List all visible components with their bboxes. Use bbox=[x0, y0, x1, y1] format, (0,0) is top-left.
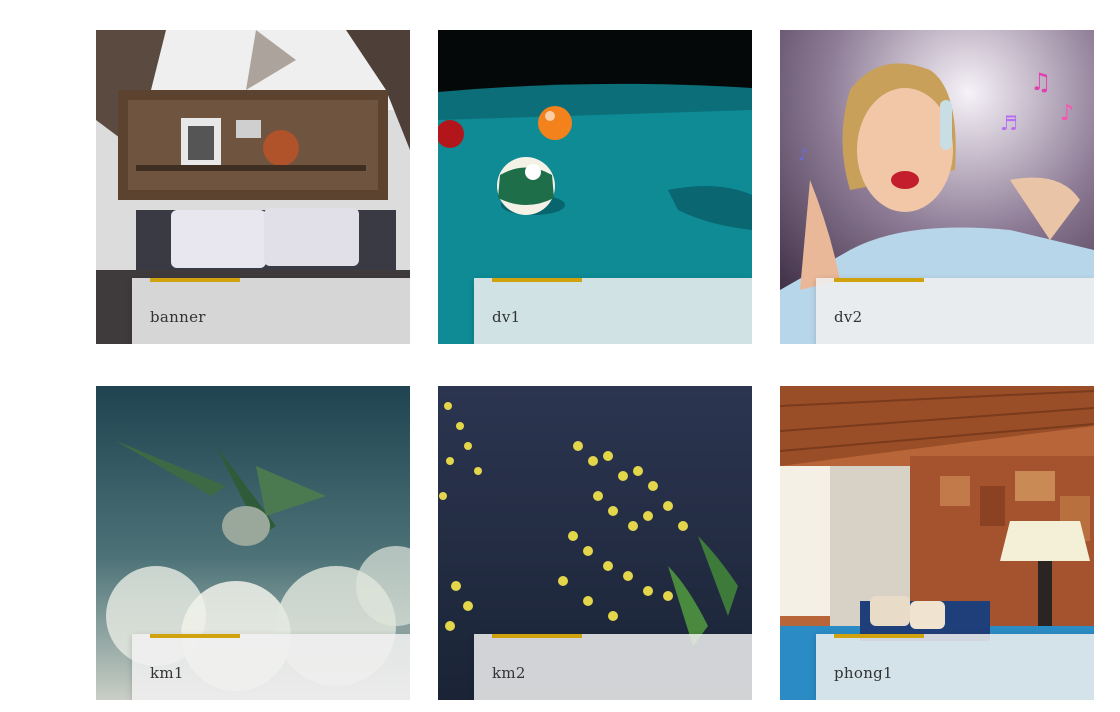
caption-panel: dv2 bbox=[816, 278, 1094, 344]
image-gallery: banner dv1 ♫ ♪ ♬ ♪ dv2 km1 km2 phong1 bbox=[0, 0, 1120, 712]
gallery-card-phong1[interactable]: phong1 bbox=[780, 386, 1094, 700]
svg-text:♫: ♫ bbox=[1030, 68, 1052, 96]
accent-bar bbox=[492, 278, 582, 282]
accent-bar bbox=[150, 634, 240, 638]
caption-panel: km1 bbox=[132, 634, 410, 700]
gallery-card-dv1[interactable]: dv1 bbox=[438, 30, 752, 344]
svg-text:♬: ♬ bbox=[1000, 111, 1018, 135]
gallery-card-km2[interactable]: km2 bbox=[438, 386, 752, 700]
caption-label[interactable]: dv1 bbox=[492, 308, 521, 326]
svg-text:♪: ♪ bbox=[1060, 101, 1074, 126]
caption-label[interactable]: km2 bbox=[492, 664, 526, 682]
caption-label[interactable]: banner bbox=[150, 308, 206, 326]
caption-label[interactable]: phong1 bbox=[834, 664, 893, 682]
caption-panel: dv1 bbox=[474, 278, 752, 344]
caption-panel: banner bbox=[132, 278, 410, 344]
caption-panel: phong1 bbox=[816, 634, 1094, 700]
svg-text:♪: ♪ bbox=[798, 145, 808, 164]
accent-bar bbox=[834, 634, 924, 638]
accent-bar bbox=[150, 278, 240, 282]
gallery-card-km1[interactable]: km1 bbox=[96, 386, 410, 700]
caption-label[interactable]: km1 bbox=[150, 664, 184, 682]
accent-bar bbox=[492, 634, 582, 638]
gallery-card-dv2[interactable]: ♫ ♪ ♬ ♪ dv2 bbox=[780, 30, 1094, 344]
accent-bar bbox=[834, 278, 924, 282]
caption-panel: km2 bbox=[474, 634, 752, 700]
caption-label[interactable]: dv2 bbox=[834, 308, 863, 326]
gallery-card-banner[interactable]: banner bbox=[96, 30, 410, 344]
